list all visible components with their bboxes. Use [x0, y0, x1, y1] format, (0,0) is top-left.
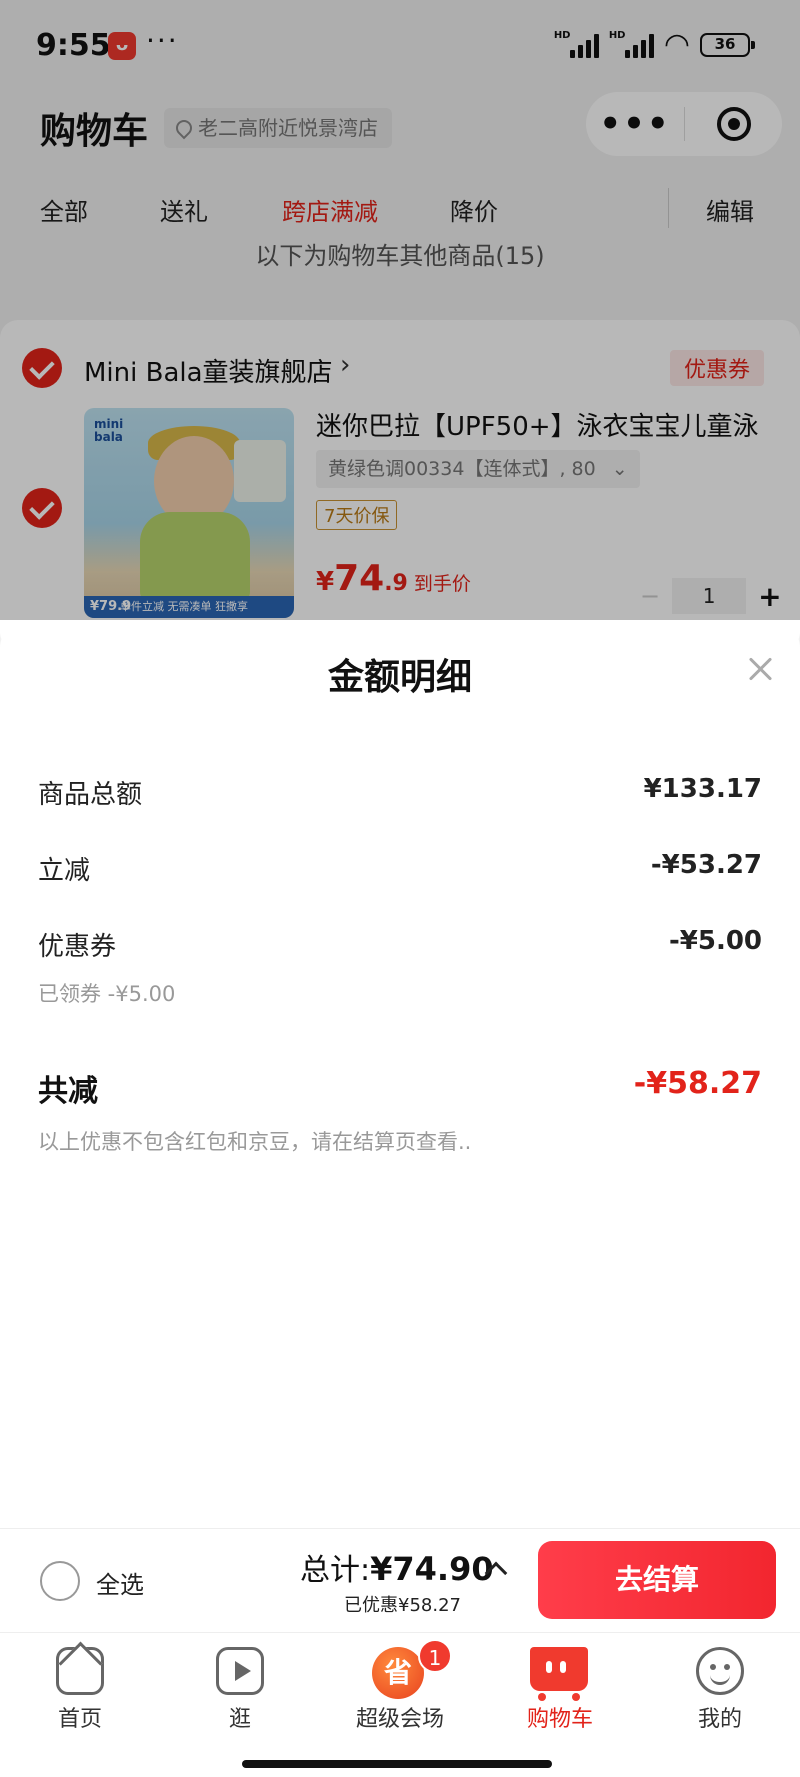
discount-note: 以上优惠不包含红包和京豆，请在结算页查看.. — [38, 1130, 472, 1154]
goods-total-value: ¥133.17 — [643, 774, 762, 804]
tabbar-label: 我的 — [697, 1707, 742, 1732]
tabbar-item-home[interactable]: 首页 — [0, 1633, 160, 1745]
checkout-button[interactable]: 去结算 — [538, 1541, 776, 1619]
instant-discount-value: -¥53.27 — [650, 850, 762, 880]
tabbar-label: 超级会场 — [355, 1707, 444, 1732]
bottom-tab-bar: 首页 逛 省 1 超级会场 购物车 我的 — [0, 1632, 800, 1744]
instant-discount-label: 立减 — [38, 856, 91, 886]
select-all-label[interactable]: 全选 — [96, 1565, 144, 1600]
play-icon — [216, 1647, 264, 1695]
total-discount-value: -¥58.27 — [633, 1066, 762, 1101]
total-discount-label: 共减 — [38, 1074, 98, 1109]
cart-page-background: 9:55 ᴗ ··· HD HD ◠ 36 购物车 老二高附近悦景湾店 ••• … — [0, 0, 800, 640]
close-icon[interactable] — [742, 652, 778, 688]
saved-amount: 已优惠¥58.27 — [344, 1595, 461, 1616]
select-all-checkbox[interactable] — [40, 1561, 80, 1601]
cart-icon — [530, 1647, 588, 1701]
profile-icon — [696, 1647, 744, 1695]
save-icon: 省 — [372, 1647, 424, 1699]
total-prefix: 总计: — [300, 1553, 371, 1588]
total-value: ¥74.90 — [370, 1550, 494, 1588]
total-amount: 总计:¥74.90 — [300, 1545, 494, 1589]
sheet-title: 金额明细 — [327, 657, 472, 698]
goods-total-label: 商品总额 — [38, 780, 143, 810]
amount-detail-sheet: 金额明细 商品总额 ¥133.17 立减 -¥53.27 优惠券 -¥5.00 … — [0, 620, 800, 1530]
modal-overlay[interactable] — [0, 0, 800, 620]
tabbar-item-super-venue[interactable]: 省 1 超级会场 — [320, 1633, 480, 1745]
home-indicator[interactable] — [242, 1760, 552, 1768]
tabbar-item-browse[interactable]: 逛 — [160, 1633, 320, 1745]
home-icon — [56, 1647, 104, 1695]
coupon-claimed-note: 已领券 -¥5.00 — [38, 982, 176, 1006]
tabbar-label: 购物车 — [526, 1707, 593, 1732]
coupon-value: -¥5.00 — [668, 926, 762, 956]
tabbar-label: 首页 — [57, 1707, 102, 1732]
home-indicator-area — [0, 1744, 800, 1777]
tabbar-item-me[interactable]: 我的 — [640, 1633, 800, 1745]
tabbar-label: 逛 — [228, 1707, 251, 1732]
tabbar-item-cart[interactable]: 购物车 — [480, 1633, 640, 1745]
coupon-label: 优惠券 — [38, 932, 117, 962]
checkout-bar: 全选 总计:¥74.90 已优惠¥58.27 去结算 — [0, 1528, 800, 1632]
notification-badge: 1 — [418, 1639, 452, 1673]
